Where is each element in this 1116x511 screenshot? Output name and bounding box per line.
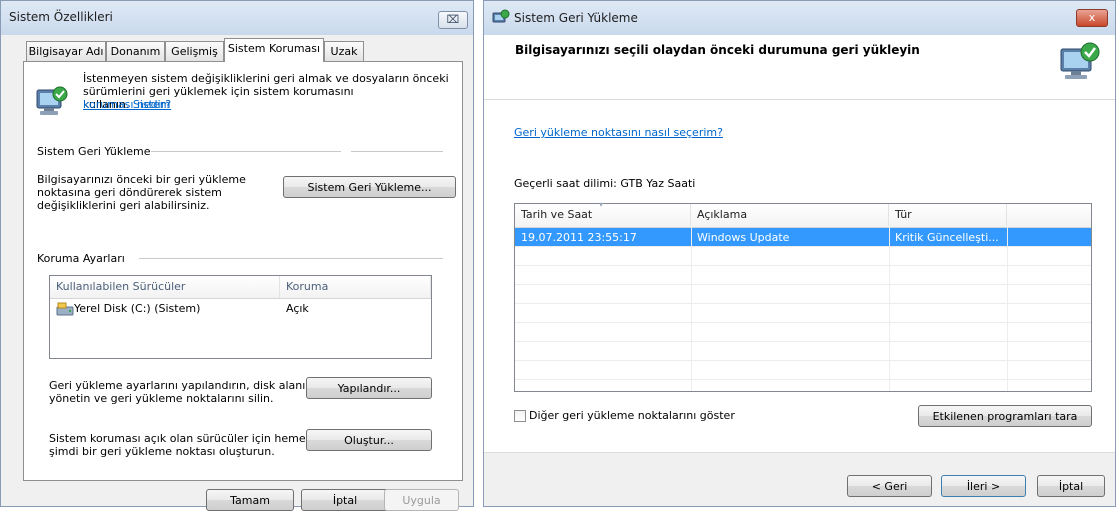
scan-affected-programs-button[interactable]: Etkilenen programları tara (918, 405, 1092, 427)
configure-text-line1: Geri yükleme ayarlarını yapılandırın, di… (49, 379, 316, 392)
table-row[interactable]: 19.07.2011 23:55:17 Windows Update Kriti… (515, 228, 1091, 247)
table-header: Tarih ve Saat Açıklama Tür ▾ (515, 200, 1091, 228)
column-divider (1007, 227, 1008, 391)
create-text-line2: şimdi bir geri yükleme noktası oluşturun… (49, 445, 275, 458)
system-properties-dialog: Sistem Özellikleri ⌧ Bilgisayar Adı Dona… (0, 0, 474, 511)
empty-row (515, 361, 1091, 380)
window-title: Sistem Özellikleri (9, 10, 113, 24)
back-button[interactable]: < Geri (847, 475, 932, 497)
protection-group-title: Koruma Ayarları (37, 252, 125, 265)
empty-row (515, 342, 1091, 361)
window-title: Sistem Geri Yükleme (514, 11, 638, 25)
title-bar[interactable]: Sistem Özellikleri ⌧ (1, 1, 473, 35)
tab-remote[interactable]: Uzak (324, 41, 364, 61)
restore-group-divider-right (351, 151, 443, 152)
how-to-choose-link[interactable]: Geri yükleme noktasını nasıl seçerim? (514, 126, 723, 139)
restore-text-line3: değişikliklerini geri alabilirsiniz. (37, 199, 210, 212)
row-description: Windows Update (697, 231, 790, 244)
empty-row (515, 285, 1091, 304)
tab-system-protection[interactable]: Sistem Koruması (224, 38, 324, 62)
system-restore-button[interactable]: Sistem Geri Yükleme... (283, 176, 456, 198)
create-button[interactable]: Oluştur... (306, 429, 432, 451)
tab-computer-name[interactable]: Bilgisayar Adı (26, 41, 106, 61)
restore-points-table[interactable]: Tarih ve Saat Açıklama Tür ▾ 19.07.2011 … (514, 200, 1092, 392)
cancel-button[interactable]: İptal (1037, 475, 1105, 497)
system-protection-panel (23, 61, 463, 481)
title-bar[interactable]: Sistem Geri Yükleme x (484, 1, 1115, 35)
create-text-line1: Sistem koruması açık olan sürücüler için… (49, 432, 313, 445)
empty-row (515, 266, 1091, 285)
row-date: 19.07.2011 23:55:17 (521, 231, 637, 244)
empty-row (515, 323, 1091, 342)
cancel-button[interactable]: İptal (301, 489, 389, 511)
protection-column-header[interactable]: Koruma (280, 276, 431, 298)
apply-button[interactable]: Uygula (384, 489, 459, 511)
protection-group-divider (139, 258, 443, 259)
page-title: Bilgisayarınızı seçili olaydan önceki du… (515, 43, 920, 57)
empty-row (515, 304, 1091, 323)
tab-hardware[interactable]: Donanım (106, 41, 165, 61)
list-item[interactable]: Yerel Disk (C:) (Sistem) Açık (50, 299, 431, 319)
system-restore-icon (492, 9, 510, 23)
description-column-header[interactable]: Açıklama (691, 204, 889, 226)
hard-drive-icon (56, 302, 74, 316)
restore-text-line2: noktasına geri döndürerek sistem (37, 186, 222, 199)
tab-advanced[interactable]: Gelişmiş (165, 41, 224, 61)
configure-text-line2: yönetin ve geri yükleme noktalarını sili… (49, 392, 274, 405)
sort-arrow-icon: ▾ (599, 200, 604, 209)
row-type: Kritik Güncelleşti... (895, 231, 999, 244)
what-is-protection-link-part2[interactable]: koruması nedir? (83, 98, 171, 111)
empty-row (515, 247, 1091, 266)
timezone-label: Geçerli saat dilimi: GTB Yaz Saati (514, 177, 696, 190)
drives-list-header: Kullanılabilen Sürücüler Koruma (50, 276, 431, 299)
configure-button[interactable]: Yapılandır... (306, 377, 432, 399)
close-button[interactable]: ⌧ (438, 11, 468, 29)
column-divider (889, 227, 890, 391)
ok-button[interactable]: Tamam (206, 489, 294, 511)
restore-group-title: Sistem Geri Yükleme (37, 145, 151, 158)
system-protection-icon (36, 86, 68, 115)
close-button[interactable]: x (1076, 9, 1108, 27)
restore-group-divider (151, 151, 341, 152)
restore-text-line1: Bilgisayarınızı önceki bir geri yükleme (37, 173, 246, 186)
next-button[interactable]: İleri > (941, 475, 1026, 497)
column-divider (691, 227, 692, 391)
intro-text-line1: İstenmeyen sistem değişikliklerini geri … (83, 72, 449, 85)
drives-column-header[interactable]: Kullanılabilen Sürücüler (50, 276, 280, 298)
drives-list[interactable]: Kullanılabilen Sürücüler Koruma Yerel Di… (49, 275, 432, 359)
type-column-header[interactable]: Tür (889, 204, 1007, 226)
show-more-restore-points-checkbox[interactable] (514, 410, 526, 422)
system-restore-large-icon (1060, 42, 1100, 79)
show-more-restore-points-label[interactable]: Diğer geri yükleme noktalarını göster (529, 409, 735, 422)
drive-protection: Açık (286, 302, 309, 315)
drive-name: Yerel Disk (C:) (Sistem) (74, 302, 201, 315)
